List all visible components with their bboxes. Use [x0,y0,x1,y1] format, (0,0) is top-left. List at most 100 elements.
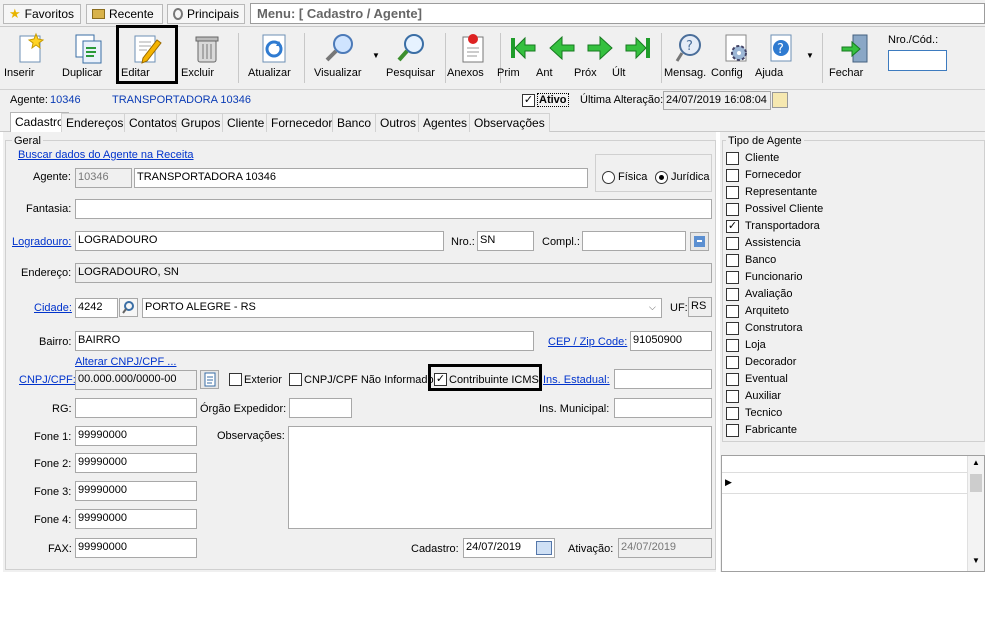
fechar-button[interactable]: Fechar [829,30,881,86]
atualizar-button[interactable]: Atualizar [248,30,300,86]
scroll-down-icon[interactable]: ▼ [972,556,980,565]
cidade-search-icon[interactable] [119,298,138,317]
favoritos-button[interactable]: ★ Favoritos [3,4,81,24]
visualizar-button[interactable]: Visualizar [314,30,366,86]
fone4-field[interactable]: 99990000 [75,509,197,529]
fone2-field[interactable]: 99990000 [75,453,197,473]
tipo-checkbox[interactable] [726,152,739,165]
address-lookup-icon[interactable] [690,232,709,251]
ultima-alteracao-label: Última Alteração: [580,94,664,106]
agent-grid[interactable]: ▶ ▲ ▼ [721,455,985,572]
orgao-field[interactable] [289,398,352,418]
inserir-button[interactable]: Inserir [4,30,56,86]
excluir-button[interactable]: Excluir [181,30,233,86]
mensag-button[interactable]: ? Mensag. [664,30,716,86]
tipo-checkbox[interactable]: ✓ [726,220,739,233]
grid-row[interactable] [722,474,968,494]
visualizar-dropdown-icon[interactable]: ▼ [372,51,380,60]
tab-agentes[interactable]: Agentes [418,113,473,132]
buscar-receita-link[interactable]: Buscar dados do Agente na Receita [18,149,194,161]
tab-observacoes[interactable]: Observações [469,113,550,132]
calendar-icon[interactable] [536,541,552,555]
tipo-checkbox[interactable] [726,288,739,301]
ins-municipal-field[interactable] [614,398,712,418]
tipo-checkbox[interactable] [726,169,739,182]
tab-cliente[interactable]: Cliente [222,113,270,132]
compl-field[interactable] [582,231,686,251]
tipo-checkbox[interactable] [726,305,739,318]
logradouro-field[interactable]: LOGRADOURO [75,231,444,251]
tipo-checkbox[interactable] [726,186,739,199]
tab-contatos[interactable]: Contatos [124,113,183,132]
fone1-field[interactable]: 99990000 [75,426,197,446]
tab-cadastro[interactable]: Cadastro [10,112,69,133]
ins-estadual-field[interactable] [614,369,712,389]
tab-outros[interactable]: Outros [375,113,422,132]
anexos-button[interactable]: Anexos [447,30,499,86]
nro-label: Nro./Cód.: [888,34,939,46]
tipo-checkbox[interactable] [726,407,739,420]
geral-title: Geral [12,135,43,147]
tipo-checkbox[interactable] [726,373,739,386]
exterior-checkbox[interactable] [229,373,242,386]
recente-button[interactable]: Recente [86,4,163,24]
cep-link[interactable]: CEP / Zip Code: [548,336,627,348]
tab-fornecedor[interactable]: Fornecedor [266,113,338,132]
tipo-checkbox[interactable] [726,322,739,335]
scroll-up-icon[interactable]: ▲ [972,458,980,467]
star-icon: ★ [9,6,21,21]
history-icon[interactable] [772,92,788,108]
fax-field[interactable]: 99990000 [75,538,197,558]
fantasia-field[interactable] [75,199,712,219]
ult-button[interactable]: Últ [612,30,664,86]
scroll-thumb[interactable] [970,474,982,492]
alterar-cnpj-link[interactable]: Alterar CNPJ/CPF ... [75,356,176,368]
ajuda-dropdown-icon[interactable]: ▼ [806,51,814,60]
tipo-checkbox[interactable] [726,390,739,403]
cidade-chevron-down-icon[interactable]: ⌵ [649,302,656,313]
cep-field[interactable]: 91050900 [630,331,712,351]
cidade-select[interactable]: PORTO ALEGRE - RS [142,298,662,318]
nao-informado-checkbox[interactable] [289,373,302,386]
tipo-label: Decorador [745,356,797,368]
ativo-checkbox[interactable]: ✓ [522,94,535,107]
bairro-field[interactable]: BAIRRO [75,331,534,351]
nro-input[interactable] [888,50,947,71]
cidade-code-field[interactable]: 4242 [75,298,118,318]
ajuda-button[interactable]: ? Ajuda [755,30,807,86]
tipo-checkbox[interactable] [726,271,739,284]
info-bar: Agente: 10346 TRANSPORTADORA 10346 ✓ Ati… [0,90,985,112]
cnpj-copy-icon[interactable] [200,370,219,389]
tipo-checkbox[interactable] [726,339,739,352]
principais-button[interactable]: Principais [167,4,245,24]
tipo-checkbox[interactable] [726,356,739,369]
exterior-label: Exterior [244,374,282,386]
grid-scrollbar[interactable]: ▲ ▼ [967,456,984,571]
pesquisar-button[interactable]: Pesquisar [386,30,438,86]
cidade-link[interactable]: Cidade: [34,302,72,314]
nro-field-label: Nro.: [451,236,475,248]
ins-estadual-link[interactable]: Ins. Estadual: [543,374,610,386]
endereco-label: Endereço: [21,267,72,279]
cnpj-link[interactable]: CNPJ/CPF: [19,374,76,386]
tab-grupos[interactable]: Grupos [176,113,226,132]
observacoes-textarea[interactable] [288,426,712,529]
tipo-checkbox[interactable] [726,424,739,437]
cnpj-field[interactable]: 00.000.000/0000-00 [75,370,197,390]
agente-name-field[interactable]: TRANSPORTADORA 10346 [134,168,588,188]
logradouro-link[interactable]: Logradouro: [12,236,71,248]
fone3-field[interactable]: 99990000 [75,481,197,501]
tipo-checkbox[interactable] [726,237,739,250]
juridica-radio[interactable] [655,171,668,184]
duplicar-button[interactable]: Duplicar [62,30,114,86]
contribuinte-icms-checkbox[interactable]: ✓ [434,373,447,386]
tipo-checkbox[interactable] [726,203,739,216]
tab-enderecos[interactable]: Endereços [61,113,129,132]
ativacao-field: 24/07/2019 [618,538,712,558]
rg-field[interactable] [75,398,197,418]
nro-field[interactable]: SN [477,231,534,251]
fisica-radio[interactable] [602,171,615,184]
tab-banco[interactable]: Banco [332,113,377,132]
editar-button[interactable]: Editar [121,30,173,86]
tipo-checkbox[interactable] [726,254,739,267]
